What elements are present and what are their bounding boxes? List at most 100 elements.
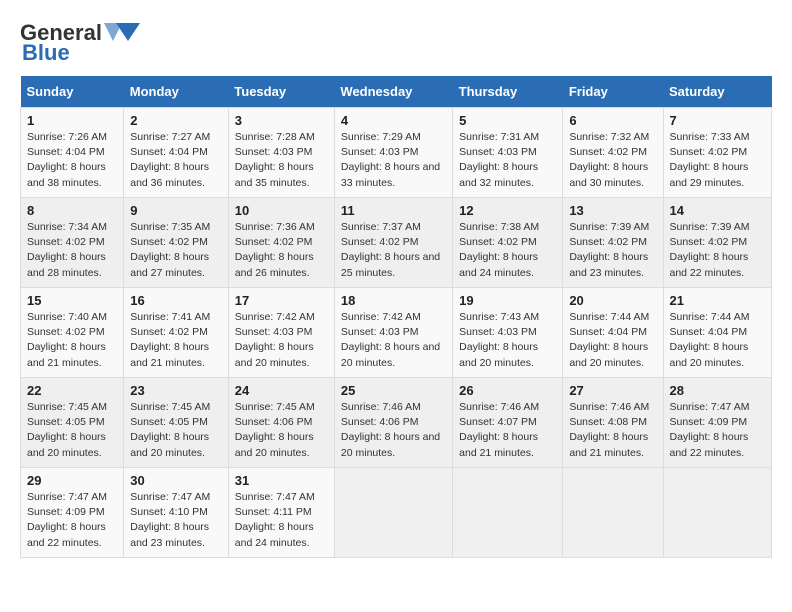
day-number: 19: [459, 293, 556, 308]
day-cell: 21 Sunrise: 7:44 AM Sunset: 4:04 PM Dayl…: [663, 288, 772, 378]
day-info: Sunrise: 7:38 AM Sunset: 4:02 PM Dayligh…: [459, 220, 556, 281]
day-info: Sunrise: 7:44 AM Sunset: 4:04 PM Dayligh…: [670, 310, 766, 371]
day-number: 17: [235, 293, 328, 308]
day-cell: 9 Sunrise: 7:35 AM Sunset: 4:02 PM Dayli…: [124, 198, 229, 288]
day-info: Sunrise: 7:32 AM Sunset: 4:02 PM Dayligh…: [569, 130, 656, 191]
day-number: 8: [27, 203, 117, 218]
day-cell: 23 Sunrise: 7:45 AM Sunset: 4:05 PM Dayl…: [124, 378, 229, 468]
day-info: Sunrise: 7:37 AM Sunset: 4:02 PM Dayligh…: [341, 220, 446, 281]
day-number: 29: [27, 473, 117, 488]
day-number: 28: [670, 383, 766, 398]
day-info: Sunrise: 7:27 AM Sunset: 4:04 PM Dayligh…: [130, 130, 222, 191]
day-cell: 10 Sunrise: 7:36 AM Sunset: 4:02 PM Dayl…: [228, 198, 334, 288]
day-cell: 17 Sunrise: 7:42 AM Sunset: 4:03 PM Dayl…: [228, 288, 334, 378]
day-cell: 29 Sunrise: 7:47 AM Sunset: 4:09 PM Dayl…: [21, 468, 124, 558]
day-number: 24: [235, 383, 328, 398]
calendar-table: SundayMondayTuesdayWednesdayThursdayFrid…: [20, 76, 772, 558]
day-number: 18: [341, 293, 446, 308]
day-info: Sunrise: 7:44 AM Sunset: 4:04 PM Dayligh…: [569, 310, 656, 371]
day-number: 20: [569, 293, 656, 308]
day-number: 22: [27, 383, 117, 398]
day-info: Sunrise: 7:47 AM Sunset: 4:09 PM Dayligh…: [27, 490, 117, 551]
day-info: Sunrise: 7:43 AM Sunset: 4:03 PM Dayligh…: [459, 310, 556, 371]
day-number: 27: [569, 383, 656, 398]
day-number: 6: [569, 113, 656, 128]
day-number: 21: [670, 293, 766, 308]
day-number: 13: [569, 203, 656, 218]
day-number: 30: [130, 473, 222, 488]
day-info: Sunrise: 7:35 AM Sunset: 4:02 PM Dayligh…: [130, 220, 222, 281]
page-header: General Blue: [20, 20, 772, 66]
day-cell: 20 Sunrise: 7:44 AM Sunset: 4:04 PM Dayl…: [563, 288, 663, 378]
day-number: 23: [130, 383, 222, 398]
day-info: Sunrise: 7:45 AM Sunset: 4:05 PM Dayligh…: [130, 400, 222, 461]
day-info: Sunrise: 7:40 AM Sunset: 4:02 PM Dayligh…: [27, 310, 117, 371]
day-cell: 18 Sunrise: 7:42 AM Sunset: 4:03 PM Dayl…: [334, 288, 452, 378]
day-cell: 22 Sunrise: 7:45 AM Sunset: 4:05 PM Dayl…: [21, 378, 124, 468]
day-cell: 28 Sunrise: 7:47 AM Sunset: 4:09 PM Dayl…: [663, 378, 772, 468]
day-info: Sunrise: 7:45 AM Sunset: 4:06 PM Dayligh…: [235, 400, 328, 461]
day-number: 10: [235, 203, 328, 218]
header-wednesday: Wednesday: [334, 76, 452, 108]
day-info: Sunrise: 7:34 AM Sunset: 4:02 PM Dayligh…: [27, 220, 117, 281]
day-info: Sunrise: 7:36 AM Sunset: 4:02 PM Dayligh…: [235, 220, 328, 281]
logo-blue: Blue: [22, 40, 70, 66]
day-cell: 16 Sunrise: 7:41 AM Sunset: 4:02 PM Dayl…: [124, 288, 229, 378]
logo: General Blue: [20, 20, 142, 66]
logo-icon: [104, 21, 142, 43]
day-cell: 6 Sunrise: 7:32 AM Sunset: 4:02 PM Dayli…: [563, 108, 663, 198]
day-cell: 27 Sunrise: 7:46 AM Sunset: 4:08 PM Dayl…: [563, 378, 663, 468]
header-saturday: Saturday: [663, 76, 772, 108]
day-cell: 14 Sunrise: 7:39 AM Sunset: 4:02 PM Dayl…: [663, 198, 772, 288]
day-cell: [453, 468, 563, 558]
day-number: 14: [670, 203, 766, 218]
day-cell: 4 Sunrise: 7:29 AM Sunset: 4:03 PM Dayli…: [334, 108, 452, 198]
day-info: Sunrise: 7:42 AM Sunset: 4:03 PM Dayligh…: [341, 310, 446, 371]
day-number: 12: [459, 203, 556, 218]
day-info: Sunrise: 7:42 AM Sunset: 4:03 PM Dayligh…: [235, 310, 328, 371]
day-info: Sunrise: 7:39 AM Sunset: 4:02 PM Dayligh…: [569, 220, 656, 281]
header-sunday: Sunday: [21, 76, 124, 108]
header-thursday: Thursday: [453, 76, 563, 108]
day-number: 1: [27, 113, 117, 128]
day-info: Sunrise: 7:39 AM Sunset: 4:02 PM Dayligh…: [670, 220, 766, 281]
week-row-5: 29 Sunrise: 7:47 AM Sunset: 4:09 PM Dayl…: [21, 468, 772, 558]
day-number: 11: [341, 203, 446, 218]
header-tuesday: Tuesday: [228, 76, 334, 108]
day-cell: [563, 468, 663, 558]
day-cell: 7 Sunrise: 7:33 AM Sunset: 4:02 PM Dayli…: [663, 108, 772, 198]
day-number: 7: [670, 113, 766, 128]
day-number: 2: [130, 113, 222, 128]
day-cell: 31 Sunrise: 7:47 AM Sunset: 4:11 PM Dayl…: [228, 468, 334, 558]
day-info: Sunrise: 7:28 AM Sunset: 4:03 PM Dayligh…: [235, 130, 328, 191]
day-cell: 1 Sunrise: 7:26 AM Sunset: 4:04 PM Dayli…: [21, 108, 124, 198]
header-monday: Monday: [124, 76, 229, 108]
day-info: Sunrise: 7:47 AM Sunset: 4:09 PM Dayligh…: [670, 400, 766, 461]
day-number: 3: [235, 113, 328, 128]
week-row-3: 15 Sunrise: 7:40 AM Sunset: 4:02 PM Dayl…: [21, 288, 772, 378]
day-info: Sunrise: 7:26 AM Sunset: 4:04 PM Dayligh…: [27, 130, 117, 191]
day-cell: 30 Sunrise: 7:47 AM Sunset: 4:10 PM Dayl…: [124, 468, 229, 558]
day-cell: 25 Sunrise: 7:46 AM Sunset: 4:06 PM Dayl…: [334, 378, 452, 468]
day-cell: [663, 468, 772, 558]
day-number: 15: [27, 293, 117, 308]
week-row-2: 8 Sunrise: 7:34 AM Sunset: 4:02 PM Dayli…: [21, 198, 772, 288]
day-number: 4: [341, 113, 446, 128]
calendar-header-row: SundayMondayTuesdayWednesdayThursdayFrid…: [21, 76, 772, 108]
day-info: Sunrise: 7:47 AM Sunset: 4:11 PM Dayligh…: [235, 490, 328, 551]
day-number: 31: [235, 473, 328, 488]
calendar-body: 1 Sunrise: 7:26 AM Sunset: 4:04 PM Dayli…: [21, 108, 772, 558]
week-row-4: 22 Sunrise: 7:45 AM Sunset: 4:05 PM Dayl…: [21, 378, 772, 468]
day-info: Sunrise: 7:29 AM Sunset: 4:03 PM Dayligh…: [341, 130, 446, 191]
day-number: 26: [459, 383, 556, 398]
day-cell: 11 Sunrise: 7:37 AM Sunset: 4:02 PM Dayl…: [334, 198, 452, 288]
day-info: Sunrise: 7:31 AM Sunset: 4:03 PM Dayligh…: [459, 130, 556, 191]
day-info: Sunrise: 7:46 AM Sunset: 4:07 PM Dayligh…: [459, 400, 556, 461]
day-cell: [334, 468, 452, 558]
day-cell: 3 Sunrise: 7:28 AM Sunset: 4:03 PM Dayli…: [228, 108, 334, 198]
day-cell: 19 Sunrise: 7:43 AM Sunset: 4:03 PM Dayl…: [453, 288, 563, 378]
day-info: Sunrise: 7:41 AM Sunset: 4:02 PM Dayligh…: [130, 310, 222, 371]
day-cell: 5 Sunrise: 7:31 AM Sunset: 4:03 PM Dayli…: [453, 108, 563, 198]
day-cell: 15 Sunrise: 7:40 AM Sunset: 4:02 PM Dayl…: [21, 288, 124, 378]
day-cell: 13 Sunrise: 7:39 AM Sunset: 4:02 PM Dayl…: [563, 198, 663, 288]
